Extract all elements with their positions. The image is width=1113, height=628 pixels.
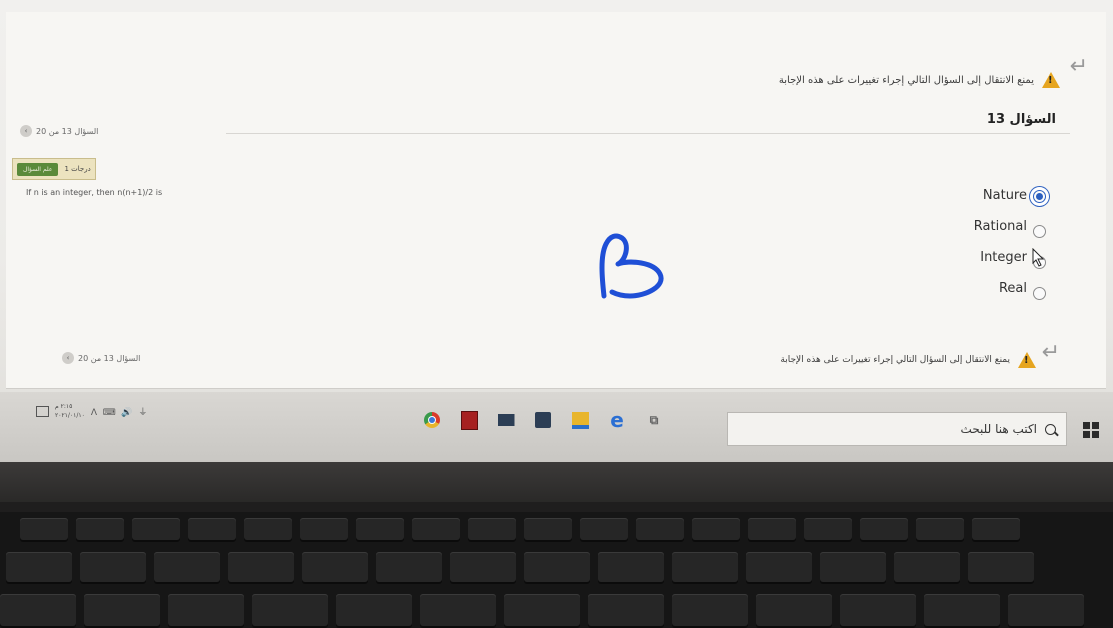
radio-button[interactable]: [1033, 225, 1046, 238]
clock[interactable]: ٢:١٥ م ٢٠٢١/٠١/١٠: [55, 402, 85, 420]
clock-date: ٢٠٢١/٠١/١٠: [55, 412, 85, 419]
option-label: Real: [998, 281, 1027, 296]
notification-icon[interactable]: [36, 405, 49, 417]
system-tray: ٢:١٥ م ٢٠٢١/٠١/١٠ ᐱ ⌨ 🔊 ⏚: [36, 402, 147, 420]
warning-bottom: يمنع الانتقال إلى السؤال التالي إجراء تغ…: [780, 352, 1036, 368]
option-label: Integer: [980, 250, 1027, 265]
radio-button[interactable]: [1033, 287, 1046, 300]
nav-label: السؤال 13 من 20: [78, 353, 141, 363]
warning-icon: [1018, 352, 1036, 368]
mail-icon[interactable]: [494, 408, 518, 432]
grade-box: علم السؤال 1 درجات: [12, 158, 96, 180]
search-box[interactable]: اكتب هنا للبحث: [727, 412, 1067, 446]
flag-button[interactable]: علم السؤال: [17, 162, 59, 176]
nav-prev-icon[interactable]: ‹: [62, 352, 74, 364]
nav-label: السؤال 13 من 20: [36, 126, 99, 136]
search-input[interactable]: اكتب هنا للبحث: [961, 422, 1037, 436]
warning-top: يمنع الانتقال إلى السؤال التالي إجراء تغ…: [779, 72, 1060, 88]
option-label: Rational: [973, 219, 1027, 234]
quiz-panel: ↵ يمنع الانتقال إلى السؤال التالي إجراء …: [6, 12, 1106, 389]
taskview-icon[interactable]: ⧉: [642, 408, 666, 432]
warning-text: يمنع الانتقال إلى السؤال التالي إجراء تغ…: [778, 74, 1034, 86]
explorer-icon[interactable]: [568, 408, 592, 432]
search-icon: [1045, 423, 1056, 435]
option-rational[interactable]: Rational: [974, 211, 1046, 242]
edge-icon[interactable]: e: [605, 408, 629, 432]
screen: ↵ يمنع الانتقال إلى السؤال التالي إجراء …: [0, 0, 1113, 470]
back-arrow-icon[interactable]: ↵: [1042, 342, 1060, 364]
divider: [226, 133, 1070, 134]
laptop-keyboard: [0, 512, 1113, 628]
mouse-cursor-icon: [1032, 248, 1045, 267]
app-icon[interactable]: [457, 408, 481, 432]
taskbar-apps: e ⧉: [420, 408, 666, 432]
windows-start-icon[interactable]: [1083, 422, 1099, 438]
nav-prev-icon[interactable]: ‹: [20, 125, 32, 137]
radio-selected[interactable]: [1033, 190, 1046, 203]
chrome-icon[interactable]: [420, 408, 444, 432]
answer-options: Nature Rational Integer Real: [974, 180, 1046, 304]
back-arrow-icon[interactable]: ↵: [1070, 56, 1088, 78]
question-title: السؤال 13: [986, 112, 1056, 127]
store-icon[interactable]: [531, 408, 555, 432]
option-nature[interactable]: Nature: [974, 180, 1046, 211]
laptop-bezel: [0, 462, 1113, 502]
handwritten-mark: [599, 233, 664, 299]
question-nav-bottom[interactable]: ‹ السؤال 13 من 20: [62, 352, 140, 364]
option-label: Nature: [982, 188, 1027, 203]
grade-text: 1 درجات: [64, 165, 91, 173]
warning-text: يمنع الانتقال إلى السؤال التالي إجراء تغ…: [780, 355, 1010, 365]
warning-icon: [1042, 72, 1060, 88]
question-text: If n is an integer, then n(n+1)/2 is: [26, 188, 163, 197]
option-real[interactable]: Real: [974, 273, 1046, 304]
tray-icons[interactable]: ᐱ ⌨ 🔊 ⏚: [91, 405, 148, 418]
taskbar: ٢:١٥ م ٢٠٢١/٠١/١٠ ᐱ ⌨ 🔊 ⏚ e ⧉ اكتب هنا ل…: [0, 392, 1113, 462]
clock-time: ٢:١٥ م: [55, 403, 73, 410]
question-nav-top[interactable]: ‹ السؤال 13 من 20: [20, 125, 98, 137]
